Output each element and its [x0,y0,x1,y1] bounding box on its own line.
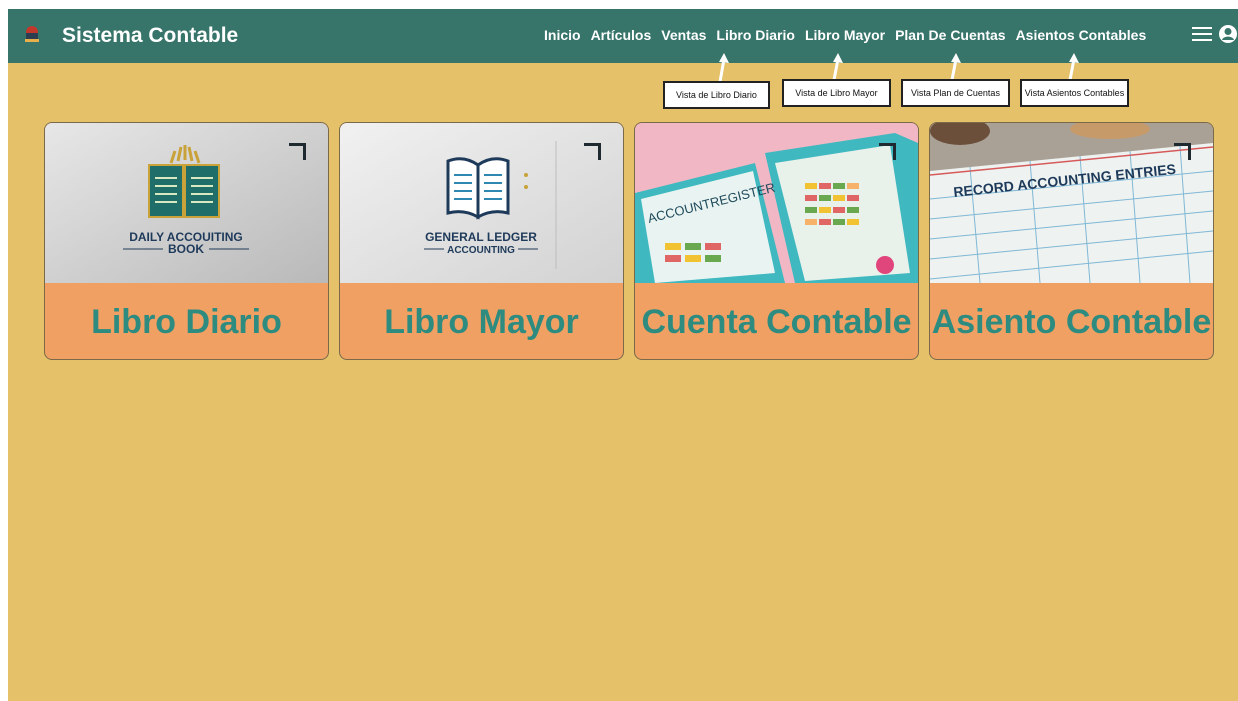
user-icon[interactable] [1218,24,1238,44]
general-ledger-image: GENERAL LEDGER ACCOUNTING [340,123,623,283]
nav-asientos-contables[interactable]: Asientos Contables [1016,27,1147,43]
daily-accounting-book-image: DAILY ACCOUITING BOOK [45,123,328,283]
arrow-up-icon [950,53,961,81]
nav-plan-de-cuentas[interactable]: Plan De Cuentas [895,27,1005,43]
navbar: Sistema Contable Inicio Artículos Ventas Li… [8,9,1238,63]
card-asiento-contable[interactable]: RECORD ACCOUNTING ENTRIES Asiento Contab… [929,122,1214,360]
card-title: Cuenta Contable [641,303,912,341]
account-register-image: ACCOUNTREGISTER [635,123,918,283]
app-title: Sistema Contable [62,24,239,47]
nav-articulos[interactable]: Artículos [591,27,652,43]
nav-libro-diario[interactable]: Libro Diario [716,27,795,43]
tooltip-asientos-contables: Vista Asientos Contables [1020,79,1129,107]
app-logo-icon [25,26,39,42]
expand-icon [879,143,896,160]
image-text-line1: GENERAL LEDGER [425,230,537,244]
card-title: Asiento Contable [931,303,1212,341]
nav-ventas[interactable]: Ventas [661,27,706,43]
tooltip-libro-diario: Vista de Libro Diario [663,81,770,109]
record-accounting-entries-image: RECORD ACCOUNTING ENTRIES [930,123,1213,283]
card-libro-mayor[interactable]: GENERAL LEDGER ACCOUNTING Libro Mayor [339,122,624,360]
image-text-line2: ACCOUNTING [447,245,515,256]
image-text-line2: BOOK [168,242,204,256]
nav-inicio[interactable]: Inicio [544,27,581,43]
arrow-up-icon [1068,53,1079,81]
hamburger-menu-icon[interactable] [1192,23,1212,45]
arrow-up-icon [718,53,729,83]
nav-libro-mayor[interactable]: Libro Mayor [805,27,885,43]
main-nav: Inicio Artículos Ventas Libro Diario Libro M… [544,27,1156,43]
expand-icon [584,143,601,160]
tooltip-libro-mayor: Vista de Libro Mayor [782,79,891,107]
expand-icon [1174,143,1191,160]
card-title: Libro Mayor [384,303,579,341]
card-title: Libro Diario [91,303,282,341]
app-root: Sistema Contable Inicio Artículos Ventas Li… [8,9,1238,701]
tooltip-plan-de-cuentas: Vista Plan de Cuentas [901,79,1010,107]
arrow-up-icon [832,53,843,81]
expand-icon [289,143,306,160]
card-cuenta-contable[interactable]: ACCOUNTREGISTER Cuenta Contable [634,122,919,360]
card-libro-diario[interactable]: DAILY ACCOUITING BOOK Libro Diario [44,122,329,360]
